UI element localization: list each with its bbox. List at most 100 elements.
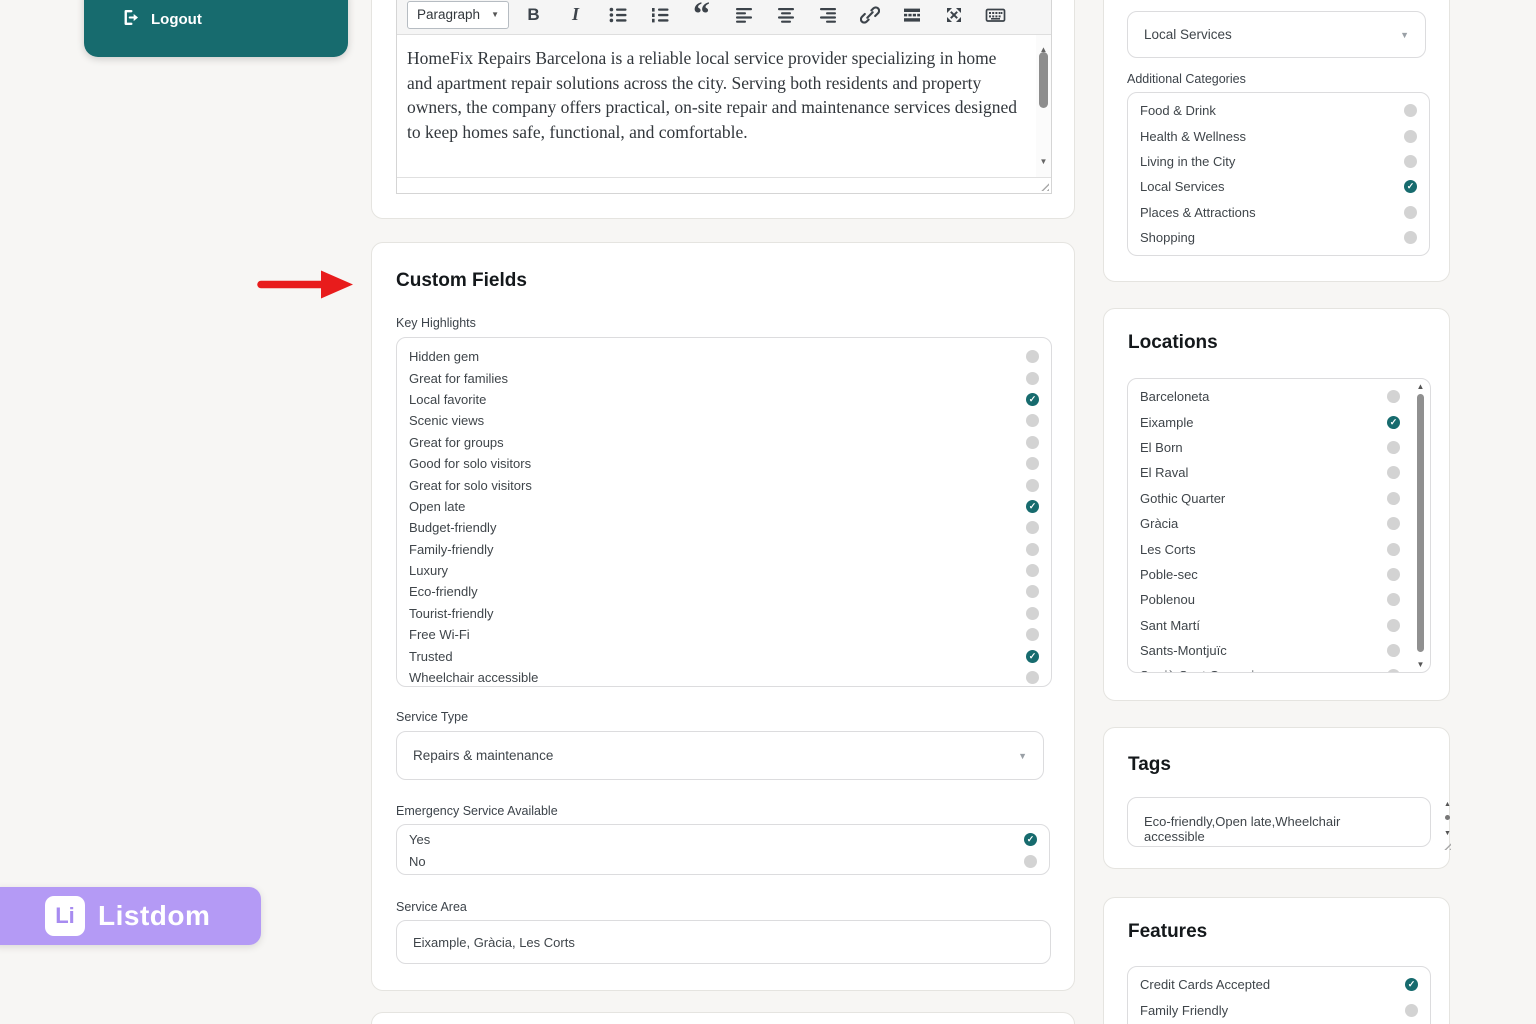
scrollbar-thumb[interactable]: [1417, 394, 1424, 652]
scroll-down-icon[interactable]: ▼: [1414, 660, 1427, 669]
radio-indicator[interactable]: [1387, 517, 1400, 531]
radio-indicator[interactable]: [1387, 440, 1400, 454]
radio-indicator[interactable]: [1387, 669, 1400, 672]
fullscreen-icon[interactable]: [943, 3, 964, 27]
radio-indicator[interactable]: [1404, 104, 1417, 118]
radio-indicator[interactable]: [1026, 564, 1039, 578]
key-highlight-option[interactable]: Tourist-friendly: [409, 603, 1039, 624]
key-highlight-option[interactable]: Eco-friendly: [409, 581, 1039, 602]
radio-indicator[interactable]: [1026, 371, 1039, 385]
radio-indicator[interactable]: ✓: [1405, 978, 1418, 992]
emergency-option[interactable]: No: [409, 851, 1037, 873]
radio-indicator[interactable]: [1026, 628, 1039, 642]
radio-indicator[interactable]: [1404, 129, 1417, 143]
keyboard-shortcuts-icon[interactable]: [985, 3, 1006, 27]
location-option[interactable]: El Raval: [1140, 460, 1400, 485]
numbered-list-icon[interactable]: [649, 3, 670, 27]
radio-indicator[interactable]: [1024, 854, 1037, 868]
radio-indicator[interactable]: [1387, 390, 1400, 404]
location-option[interactable]: Sant Martí: [1140, 613, 1400, 638]
category-option[interactable]: Health & Wellness: [1140, 123, 1417, 148]
key-highlight-option[interactable]: Trusted ✓: [409, 645, 1039, 666]
radio-indicator[interactable]: [1026, 457, 1039, 471]
radio-indicator[interactable]: [1405, 1003, 1418, 1017]
blockquote-icon[interactable]: “: [691, 0, 712, 31]
key-highlight-option[interactable]: Good for solo visitors: [409, 453, 1039, 474]
tags-resize-grip[interactable]: [1442, 841, 1451, 850]
scroll-up-icon[interactable]: ▲: [1441, 801, 1454, 808]
location-option[interactable]: Sarrià-Sant Gervasi: [1140, 663, 1400, 672]
location-option[interactable]: Barceloneta: [1140, 384, 1400, 409]
key-highlight-option[interactable]: Open late ✓: [409, 496, 1039, 517]
align-center-icon[interactable]: [775, 3, 796, 27]
key-highlight-option[interactable]: Scenic views: [409, 410, 1039, 431]
scroll-down-icon[interactable]: ▼: [1036, 150, 1051, 175]
key-highlight-option[interactable]: Wheelchair accessible: [409, 667, 1039, 688]
location-option[interactable]: Poblenou: [1140, 587, 1400, 612]
emergency-option[interactable]: Yes ✓: [409, 829, 1037, 851]
read-more-icon[interactable]: [901, 3, 922, 27]
align-left-icon[interactable]: [733, 3, 754, 27]
category-option[interactable]: Food & Drink: [1140, 98, 1417, 123]
radio-indicator[interactable]: [1404, 205, 1417, 219]
category-option[interactable]: Living in the City: [1140, 149, 1417, 174]
logout-button[interactable]: Logout: [121, 8, 202, 31]
radio-indicator[interactable]: [1387, 466, 1400, 480]
key-highlight-option[interactable]: Free Wi-Fi: [409, 624, 1039, 645]
radio-indicator[interactable]: [1026, 414, 1039, 428]
radio-indicator[interactable]: ✓: [1026, 649, 1039, 663]
radio-indicator[interactable]: [1026, 606, 1039, 620]
radio-indicator[interactable]: [1404, 154, 1417, 168]
scrollbar-thumb[interactable]: [1445, 815, 1450, 820]
service-type-select[interactable]: Repairs & maintenance ▼: [396, 731, 1044, 780]
paragraph-format-select[interactable]: Paragraph ▼: [407, 0, 509, 29]
scrollbar-thumb[interactable]: [1039, 52, 1048, 108]
scroll-down-icon[interactable]: ▼: [1441, 830, 1454, 837]
radio-indicator[interactable]: [1387, 491, 1400, 505]
insert-link-icon[interactable]: [859, 3, 880, 27]
editor-scrollbar[interactable]: ▲ ▼: [1036, 35, 1051, 177]
radio-indicator[interactable]: [1026, 585, 1039, 599]
editor-resize-grip[interactable]: [1038, 180, 1049, 191]
radio-indicator[interactable]: [1026, 478, 1039, 492]
radio-indicator[interactable]: ✓: [1026, 392, 1039, 406]
feature-option[interactable]: Family Friendly: [1140, 997, 1418, 1022]
align-right-icon[interactable]: [817, 3, 838, 27]
key-highlight-option[interactable]: Great for families: [409, 367, 1039, 388]
location-option[interactable]: Les Corts: [1140, 536, 1400, 561]
category-select[interactable]: Local Services ▼: [1127, 11, 1426, 58]
scroll-up-icon[interactable]: ▲: [1414, 382, 1427, 391]
italic-icon[interactable]: I: [565, 3, 586, 27]
radio-indicator[interactable]: [1026, 542, 1039, 556]
radio-indicator[interactable]: [1026, 521, 1039, 535]
radio-indicator[interactable]: [1387, 644, 1400, 658]
bulleted-list-icon[interactable]: [607, 3, 628, 27]
radio-indicator[interactable]: [1387, 618, 1400, 632]
bold-icon[interactable]: B: [523, 3, 544, 27]
location-option[interactable]: Gràcia: [1140, 511, 1400, 536]
locations-scrollbar[interactable]: ▲ ▼: [1414, 382, 1427, 669]
radio-indicator[interactable]: [1387, 567, 1400, 581]
radio-indicator[interactable]: [1026, 435, 1039, 449]
radio-indicator[interactable]: [1026, 350, 1039, 364]
location-option[interactable]: Eixample ✓: [1140, 409, 1400, 434]
radio-indicator[interactable]: ✓: [1026, 499, 1039, 513]
key-highlight-option[interactable]: Budget-friendly: [409, 517, 1039, 538]
location-option[interactable]: Gothic Quarter: [1140, 486, 1400, 511]
key-highlight-option[interactable]: Family-friendly: [409, 539, 1039, 560]
radio-indicator[interactable]: [1387, 593, 1400, 607]
radio-indicator[interactable]: [1404, 231, 1417, 245]
editor-content[interactable]: HomeFix Repairs Barcelona is a reliable …: [397, 35, 1051, 177]
key-highlight-option[interactable]: Hidden gem: [409, 346, 1039, 367]
category-option[interactable]: Local Services ✓: [1140, 174, 1417, 199]
radio-indicator[interactable]: ✓: [1404, 180, 1417, 194]
category-option[interactable]: Shopping: [1140, 225, 1417, 250]
radio-indicator[interactable]: [1026, 671, 1039, 685]
service-area-input[interactable]: [396, 920, 1051, 964]
category-option[interactable]: Places & Attractions: [1140, 200, 1417, 225]
location-option[interactable]: Poble-sec: [1140, 562, 1400, 587]
radio-indicator[interactable]: ✓: [1387, 415, 1400, 429]
key-highlight-option[interactable]: Great for groups: [409, 432, 1039, 453]
feature-option[interactable]: Credit Cards Accepted ✓: [1140, 972, 1418, 997]
location-option[interactable]: El Born: [1140, 435, 1400, 460]
